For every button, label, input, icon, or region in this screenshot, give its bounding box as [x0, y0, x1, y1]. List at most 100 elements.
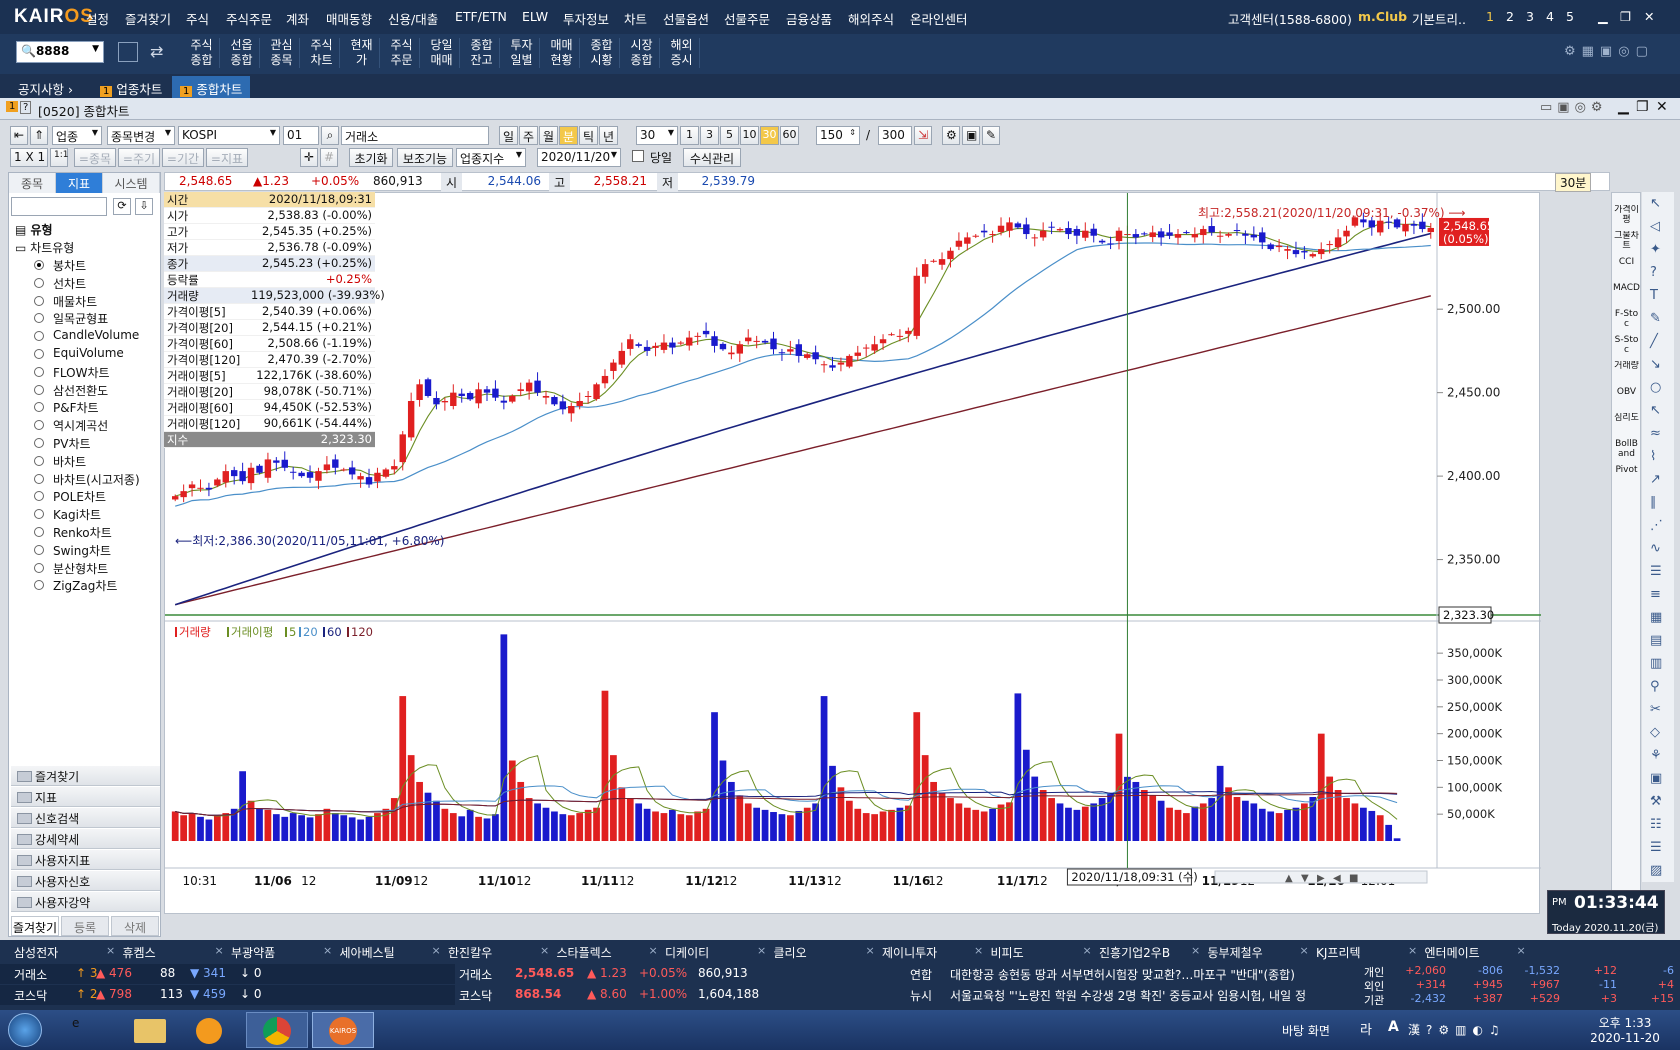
draw-tool-icon-19[interactable]: ▤ — [1650, 633, 1662, 648]
indicator-shortcut-9[interactable]: BollBand — [1613, 439, 1640, 463]
indicator-shortcut-8[interactable]: 심리도 — [1613, 413, 1640, 437]
folder-5[interactable]: 사용자신호 — [11, 871, 160, 891]
chart-type-label-10[interactable]: PV차트 — [53, 435, 91, 452]
draw-tool-icon-12[interactable]: ↗ — [1650, 472, 1661, 487]
menu-item-8[interactable]: ELW — [522, 9, 548, 24]
chart-type-radio-1[interactable] — [34, 277, 44, 288]
menu-item-10[interactable]: 차트 — [624, 9, 647, 28]
chart-type-radio-15[interactable] — [34, 527, 44, 537]
draw-tool-icon-24[interactable]: ⚘ — [1650, 748, 1662, 763]
quick-button-3[interactable]: 주식 차트 — [304, 38, 340, 68]
quick-button-9[interactable]: 매매 현황 — [544, 38, 580, 68]
watch-tab-10[interactable]: 진흥기업2우B — [1099, 944, 1170, 961]
chart-type-label-4[interactable]: CandleVolume — [53, 328, 139, 342]
chart-type-radio-9[interactable] — [34, 420, 44, 431]
menu-item-4[interactable]: 계좌 — [286, 9, 309, 28]
chart-type-radio-18[interactable] — [34, 580, 44, 591]
quick-button-6[interactable]: 당일 매매 — [424, 38, 460, 68]
ime-mode-label[interactable]: A — [1388, 1019, 1399, 1035]
type-folder[interactable]: ▤ 유형 — [15, 221, 53, 238]
watch-tab-5[interactable]: 스타플렉스 — [557, 944, 612, 961]
period-button-5[interactable]: 년 — [599, 126, 618, 145]
watch-tab-8[interactable]: 제이니투자 — [882, 944, 937, 961]
watch-close-icon[interactable]: × — [540, 944, 549, 957]
watch-tab-11[interactable]: 동부제철우 — [1208, 944, 1263, 961]
period-button-2[interactable]: 월 — [539, 126, 558, 145]
workspace-3[interactable]: 3 — [1526, 9, 1534, 24]
quick-button-10[interactable]: 종합 시황 — [584, 38, 620, 68]
today-checkbox[interactable] — [632, 150, 644, 162]
start-button[interactable] — [8, 1013, 42, 1047]
indicator-shortcut-3[interactable]: MACD — [1613, 283, 1640, 307]
watch-close-icon[interactable]: × — [974, 944, 983, 957]
total-input[interactable]: 300 — [878, 126, 912, 145]
chart-type-radio-16[interactable] — [34, 544, 44, 555]
indicator-shortcut-2[interactable]: CCI — [1613, 257, 1640, 281]
chart-type-radio-4[interactable] — [34, 331, 44, 342]
reset-button[interactable]: 초기화 — [349, 148, 393, 167]
draw-tool-icon-16[interactable]: ☰ — [1650, 564, 1662, 579]
draw-tool-icon-20[interactable]: ▥ — [1650, 656, 1662, 671]
folder-1[interactable]: 지표 — [11, 787, 160, 807]
close-icon[interactable]: ✕ — [1644, 9, 1654, 24]
sync-button-3[interactable]: =지표 — [206, 148, 248, 167]
chart-type-radio-0[interactable] — [34, 260, 44, 270]
draw-tool-icon-17[interactable]: ≡ — [1650, 587, 1661, 602]
indicator-shortcut-5[interactable]: S-Stoc — [1613, 335, 1640, 359]
chart-type-radio-6[interactable] — [34, 366, 44, 377]
settings-icon[interactable]: ⚙ — [942, 126, 960, 145]
draw-tool-icon-14[interactable]: ⋰ — [1650, 518, 1663, 533]
toolbar-tools-icon[interactable]: ⚙▦▣◎▢ — [1564, 44, 1654, 59]
aux-function-button[interactable]: 보조기능 — [397, 148, 453, 167]
window-tools-icon[interactable]: ▭▣◎⚙ — [1540, 100, 1608, 115]
chart-type-radio-10[interactable] — [34, 438, 44, 448]
chart-type-label-15[interactable]: Renko차트 — [53, 524, 112, 541]
minute-select[interactable]: 30 ▼ — [636, 126, 678, 145]
indicator-shortcut-10[interactable]: Pivot — [1613, 465, 1640, 489]
minute-button-60[interactable]: 60 — [780, 126, 799, 145]
menu-item-2[interactable]: 주식 — [186, 9, 209, 28]
menu-item-13[interactable]: 금융상품 — [786, 9, 832, 28]
code-search-input[interactable]: 🔍8888 ▼ — [16, 41, 104, 63]
draw-tool-icon-8[interactable]: ○ — [1650, 380, 1661, 395]
watch-close-icon[interactable]: × — [432, 944, 441, 957]
draw-tool-icon-29[interactable]: ▨ — [1650, 863, 1662, 878]
chart-type-label-16[interactable]: Swing차트 — [53, 542, 111, 559]
folder-2[interactable]: 신호검색 — [11, 808, 160, 828]
up-icon[interactable]: ⇑ — [30, 126, 48, 145]
quick-button-5[interactable]: 주식 주문 — [384, 38, 420, 68]
kairos-taskbar-button[interactable]: KAIROS — [312, 1012, 374, 1048]
indicator-shortcut-0[interactable]: 가격이평 — [1613, 205, 1640, 229]
index-code-input[interactable]: 01 — [283, 126, 319, 145]
minute-button-5[interactable]: 5 — [720, 126, 739, 145]
watch-tab-2[interactable]: 부광약품 — [231, 944, 275, 961]
quick-button-0[interactable]: 주식 종합 — [184, 38, 220, 68]
basic-tree-link[interactable]: 기본트리.. — [1412, 9, 1466, 28]
chevron-down-icon[interactable]: ▼ — [92, 44, 99, 54]
ie-icon[interactable]: e — [72, 1016, 79, 1030]
watch-tab-12[interactable]: KJ프리텍 — [1316, 944, 1361, 961]
panel-bottom-tab-2[interactable]: 삭제 — [111, 916, 159, 936]
minute-button-10[interactable]: 10 — [740, 126, 759, 145]
chart-type-radio-14[interactable] — [34, 509, 44, 520]
tab-sector-chart[interactable]: 1 업종차트 — [92, 76, 170, 98]
draw-tool-icon-10[interactable]: ≈ — [1650, 426, 1661, 441]
mclub-link[interactable]: m.Club — [1358, 9, 1407, 24]
chart-type-label-2[interactable]: 매물차트 — [53, 293, 97, 310]
search-icon[interactable]: ⌕ — [321, 126, 339, 145]
refresh-icon[interactable]: ⟳ — [113, 198, 131, 215]
chart-type-label-7[interactable]: 삼선전환도 — [53, 382, 108, 399]
draw-tool-icon-2[interactable]: ✦ — [1650, 242, 1661, 257]
watch-close-icon[interactable]: × — [757, 944, 766, 957]
watch-close-icon[interactable]: × — [649, 944, 658, 957]
folder-3[interactable]: 강세약세 — [11, 829, 160, 849]
explorer-icon[interactable] — [134, 1019, 166, 1043]
menu-item-5[interactable]: 매매동향 — [326, 9, 372, 28]
chart-type-label-6[interactable]: FLOW차트 — [53, 364, 110, 381]
zoom-icon[interactable]: ⇲ — [914, 126, 932, 145]
period-button-4[interactable]: 틱 — [579, 126, 598, 145]
draw-tool-icon-22[interactable]: ✂ — [1650, 702, 1661, 717]
news-headline[interactable]: 서울교육청 "'노량진 학원 수강생 2명 확진' 중등교사 임용시험, 내일 … — [950, 987, 1330, 1004]
menu-item-14[interactable]: 해외주식 — [848, 9, 894, 28]
tab-notice[interactable]: 공지사항 › — [10, 76, 81, 98]
